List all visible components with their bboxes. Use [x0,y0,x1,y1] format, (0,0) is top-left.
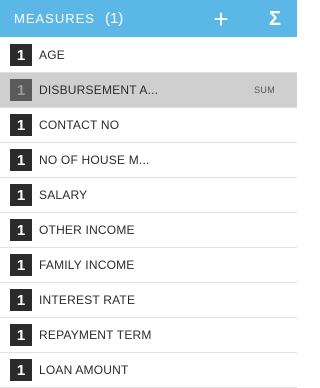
measures-list: 1 AGE 1 DISBURSEMENT A... SUM 1 CONTACT NO 1 NO … [0,38,297,388]
numeric-type-icon: 1 [10,324,32,346]
measure-label: SALARY [39,188,88,202]
measures-count: (1) [104,10,124,27]
numeric-type-icon: 1 [10,254,32,276]
measure-item[interactable]: 1 LOAN AMOUNT [0,353,297,388]
plus-icon[interactable]: + [209,6,233,32]
measure-label: OTHER INCOME [39,223,135,237]
measure-item[interactable]: 1 DISBURSEMENT A... SUM [0,73,297,108]
measure-item[interactable]: 1 OTHER INCOME [0,213,297,248]
measures-header: MEASURES (1) + Σ [0,0,297,37]
measure-item[interactable]: 1 SALARY [0,178,297,213]
numeric-type-icon: 1 [10,184,32,206]
aggregation-label[interactable]: SUM [254,85,275,95]
measures-panel: MEASURES (1) + Σ 1 AGE 1 DISBURSEMENT A... S… [0,0,297,388]
measure-label: LOAN AMOUNT [39,363,129,377]
numeric-type-icon: 1 [10,149,32,171]
sigma-icon[interactable]: Σ [269,9,281,29]
measure-label: DISBURSEMENT A... [39,83,159,97]
numeric-type-icon: 1 [10,44,32,66]
numeric-type-icon: 1 [10,79,32,101]
panel-title: MEASURES [14,11,95,26]
measure-item[interactable]: 1 CONTACT NO [0,108,297,143]
measure-label: CONTACT NO [39,118,120,132]
measure-item[interactable]: 1 NO OF HOUSE M... [0,143,297,178]
measure-label: AGE [39,48,65,62]
measure-label: INTEREST RATE [39,293,136,307]
measure-label: FAMILY INCOME [39,258,135,272]
numeric-type-icon: 1 [10,219,32,241]
numeric-type-icon: 1 [10,114,32,136]
measure-item[interactable]: 1 AGE [0,38,297,73]
numeric-type-icon: 1 [10,289,32,311]
numeric-type-icon: 1 [10,359,32,381]
measure-item[interactable]: 1 REPAYMENT TERM [0,318,297,353]
measure-item[interactable]: 1 FAMILY INCOME [0,248,297,283]
measure-label: NO OF HOUSE M... [39,153,150,167]
measure-label: REPAYMENT TERM [39,328,152,342]
measure-item[interactable]: 1 INTEREST RATE [0,283,297,318]
